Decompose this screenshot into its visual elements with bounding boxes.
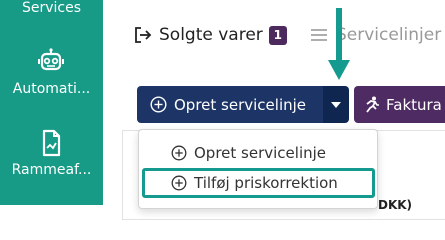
plus-circle-icon (171, 145, 187, 161)
table-header-partial: DKK) (378, 198, 413, 212)
create-service-line-label: Opret servicelinje (174, 95, 307, 114)
caret-down-icon (331, 101, 341, 108)
tab-sold-items[interactable]: Solgte varer 1 (133, 22, 287, 48)
create-service-line-split-button: Opret servicelinje (137, 86, 349, 123)
annotation-arrow-icon (328, 8, 350, 80)
menu-item-label: Opret servicelinje (194, 144, 327, 162)
sidebar: Services Automati... Rammeaf... (0, 0, 103, 205)
sidebar-item-services[interactable]: Services (0, 0, 103, 16)
dropdown-toggle-button[interactable] (323, 86, 349, 123)
highlight-box (142, 168, 375, 198)
robot-icon (38, 48, 64, 71)
invoice-button[interactable]: Faktura (354, 86, 445, 123)
export-icon (135, 27, 152, 43)
tab-label: Solgte varer (159, 25, 263, 45)
sidebar-item-label: Automati... (12, 81, 91, 97)
plus-circle-icon (150, 96, 167, 113)
menu-item-create-service-line[interactable]: Opret servicelinje (171, 144, 326, 162)
count-badge: 1 (268, 25, 287, 45)
sidebar-item-label: Services (21, 0, 82, 16)
document-icon (42, 129, 61, 157)
sidebar-item-label: Rammeaf... (11, 162, 92, 178)
invoice-label: Faktura (386, 95, 442, 114)
running-person-icon (366, 96, 379, 113)
create-service-line-button[interactable]: Opret servicelinje (137, 86, 323, 123)
